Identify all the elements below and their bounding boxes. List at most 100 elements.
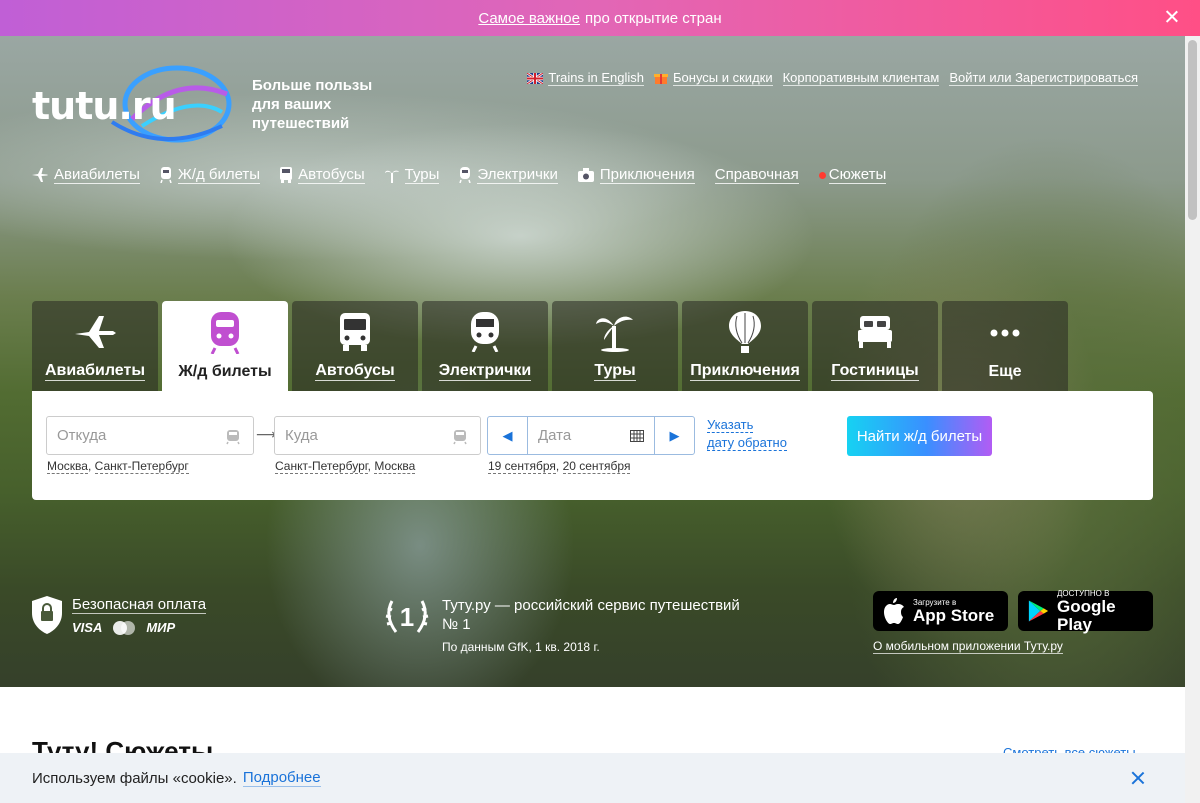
calendar-icon (630, 430, 644, 442)
toplink-label: Корпоративным клиентам (782, 70, 940, 86)
toplink-label: Trains in English (548, 70, 644, 86)
mobile-app-link[interactable]: О мобильном приложении Туту.ру (873, 639, 1063, 654)
gift-icon (654, 74, 668, 84)
award-block: 1 Туту.ру — российский сервис путешестви… (382, 596, 740, 654)
from-input[interactable] (47, 417, 253, 454)
date-next-button[interactable]: ▶ (655, 417, 694, 454)
cookie-more-link[interactable]: Подробнее (242, 769, 321, 787)
nav-item-adventures[interactable]: Приключения (577, 166, 695, 184)
hero: tutu.ru Больше пользы для ваших путешест… (0, 36, 1185, 687)
to-input[interactable] (275, 417, 480, 454)
cookie-text: Используем файлы «cookie». (32, 769, 237, 787)
nav-item-label: Сюжеты (828, 166, 887, 184)
date-hint-2[interactable]: 20 сентября (562, 459, 631, 474)
promo-link[interactable]: Самое важное (478, 10, 580, 27)
date-hint-1[interactable]: 19 сентября (488, 459, 556, 474)
laurel-award-icon: 1 (385, 600, 429, 633)
promo-close-icon[interactable] (1164, 9, 1180, 25)
tab-label: Автобусы (315, 362, 395, 381)
train-icon (160, 167, 172, 183)
nav-item-label: Электрички (477, 166, 558, 184)
payment-cards: VISA МИР (72, 620, 206, 635)
from-hint-2[interactable]: Санкт-Петербург (94, 459, 189, 474)
to-field[interactable] (274, 416, 481, 455)
date-field: ◀ ▶ (487, 416, 695, 455)
googleplay-big: Google Play (1057, 596, 1116, 634)
tab-label: Ж/д билеты (178, 363, 272, 380)
googleplay-button[interactable]: ДОСТУПНО В Google Play (1018, 589, 1153, 634)
search-tabs: Авиабилеты Ж/д билеты Автобусы Электричк… (32, 301, 1068, 391)
scrollbar-thumb[interactable] (1188, 40, 1197, 220)
to-hint-2[interactable]: Москва (374, 459, 416, 474)
suburban-train-icon (459, 167, 472, 183)
tab-label: Электрички (438, 362, 532, 381)
bed-icon (858, 316, 892, 348)
from-hints: Москва, Санкт-Петербург (47, 459, 189, 474)
tab-label: Еще (988, 363, 1022, 380)
back-date-line2: дату обратно (707, 435, 787, 451)
tab-label: Приключения (690, 362, 800, 381)
bus-icon (280, 167, 293, 183)
secure-payment: Безопасная оплата VISA МИР (32, 596, 207, 635)
palm-icon (596, 316, 633, 352)
plane-icon (75, 316, 116, 348)
nav-item-label: Приключения (599, 166, 695, 184)
secure-title[interactable]: Безопасная оплата (72, 596, 207, 614)
appstore-button[interactable]: Загрузите в App Store (873, 591, 1008, 631)
cookie-close-icon[interactable] (1131, 771, 1145, 785)
logo[interactable]: tutu.ru (32, 65, 232, 146)
toplink-bonuses[interactable]: Бонусы и скидки (654, 70, 773, 86)
tab-more[interactable]: Еще (942, 301, 1068, 391)
tab-adventures[interactable]: Приключения (682, 301, 808, 391)
from-field[interactable] (46, 416, 254, 455)
nav-item-label: Автобусы (298, 166, 365, 184)
plane-icon (32, 168, 48, 182)
from-hint-1[interactable]: Москва (47, 459, 88, 474)
app-stores: Загрузите в App Store ДОСТУПНО В Google … (873, 589, 1153, 655)
mir-logo: МИР (146, 620, 176, 635)
tab-label: Авиабилеты (45, 362, 145, 381)
award-line1: Туту.ру — российский сервис путешествий (442, 597, 740, 614)
award-source: По данным GfK, 1 кв. 2018 г. (442, 640, 600, 654)
toplink-label: Войти или Зарегистрироваться (949, 70, 1138, 86)
nav-item-label: Туры (404, 166, 440, 184)
scrollbar[interactable] (1185, 36, 1200, 803)
main-nav: Авиабилеты Ж/д билеты Автобусы Туры Элек… (32, 166, 887, 184)
back-date-link[interactable]: Указать дату обратно (707, 416, 787, 452)
nav-item-suburban[interactable]: Электрички (459, 166, 558, 184)
bus-icon (340, 313, 370, 351)
to-hint-1[interactable]: Санкт-Петербург (275, 459, 368, 474)
nav-item-label: Авиабилеты (54, 166, 140, 184)
more-icon (990, 329, 1020, 337)
google-play-icon (1028, 600, 1049, 622)
balloon-icon (729, 311, 761, 353)
toplink-trains-english[interactable]: Trains in English (527, 70, 644, 86)
tab-train[interactable]: Ж/д билеты (162, 301, 288, 391)
suburban-train-icon (471, 312, 499, 352)
nav-item-bus[interactable]: Автобусы (280, 166, 365, 184)
tab-hotels[interactable]: Гостиницы (812, 301, 938, 391)
tab-avia[interactable]: Авиабилеты (32, 301, 158, 391)
uk-flag-icon (527, 72, 544, 84)
nav-item-avia[interactable]: Авиабилеты (32, 166, 140, 184)
tab-tours[interactable]: Туры (552, 301, 678, 391)
nav-item-tours[interactable]: Туры (384, 166, 440, 184)
tab-label: Гостиницы (831, 362, 919, 381)
tab-suburban[interactable]: Электрички (422, 301, 548, 391)
date-hints: 19 сентября, 20 сентября (488, 459, 631, 474)
tab-bus[interactable]: Автобусы (292, 301, 418, 391)
toplink-login[interactable]: Войти или Зарегистрироваться (949, 70, 1138, 86)
train-station-icon (453, 430, 467, 445)
train-icon (210, 312, 240, 354)
tab-label: Туры (594, 362, 636, 381)
nav-item-train[interactable]: Ж/д билеты (160, 166, 261, 184)
red-dot-icon (818, 171, 826, 179)
nav-item-stories[interactable]: Сюжеты (818, 166, 887, 184)
nav-item-info[interactable]: Справочная (714, 166, 799, 184)
top-links: Trains in English Бонусы и скидки Корпор… (527, 70, 1138, 86)
back-date-line1: Указать (707, 417, 754, 433)
visa-logo: VISA (72, 620, 103, 635)
date-prev-button[interactable]: ◀ (488, 417, 527, 454)
find-tickets-button[interactable]: Найти ж/д билеты (847, 416, 992, 456)
toplink-corporate[interactable]: Корпоративным клиентам (782, 70, 940, 86)
